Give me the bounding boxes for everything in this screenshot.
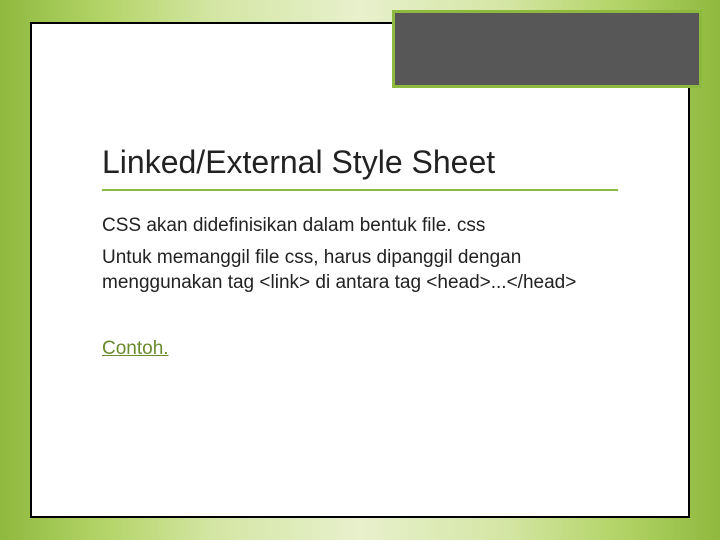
slide-content: Linked/External Style Sheet CSS akan did… — [102, 144, 618, 360]
decorative-corner-box — [392, 10, 702, 88]
body-paragraph-1: CSS akan didefinisikan dalam bentuk file… — [102, 213, 618, 239]
example-link[interactable]: Contoh. — [102, 338, 169, 360]
title-underline — [102, 189, 618, 191]
slide-frame: Linked/External Style Sheet CSS akan did… — [30, 22, 690, 518]
body-paragraph-2: Untuk memanggil file css, harus dipanggi… — [102, 245, 618, 296]
slide-title: Linked/External Style Sheet — [102, 144, 618, 181]
